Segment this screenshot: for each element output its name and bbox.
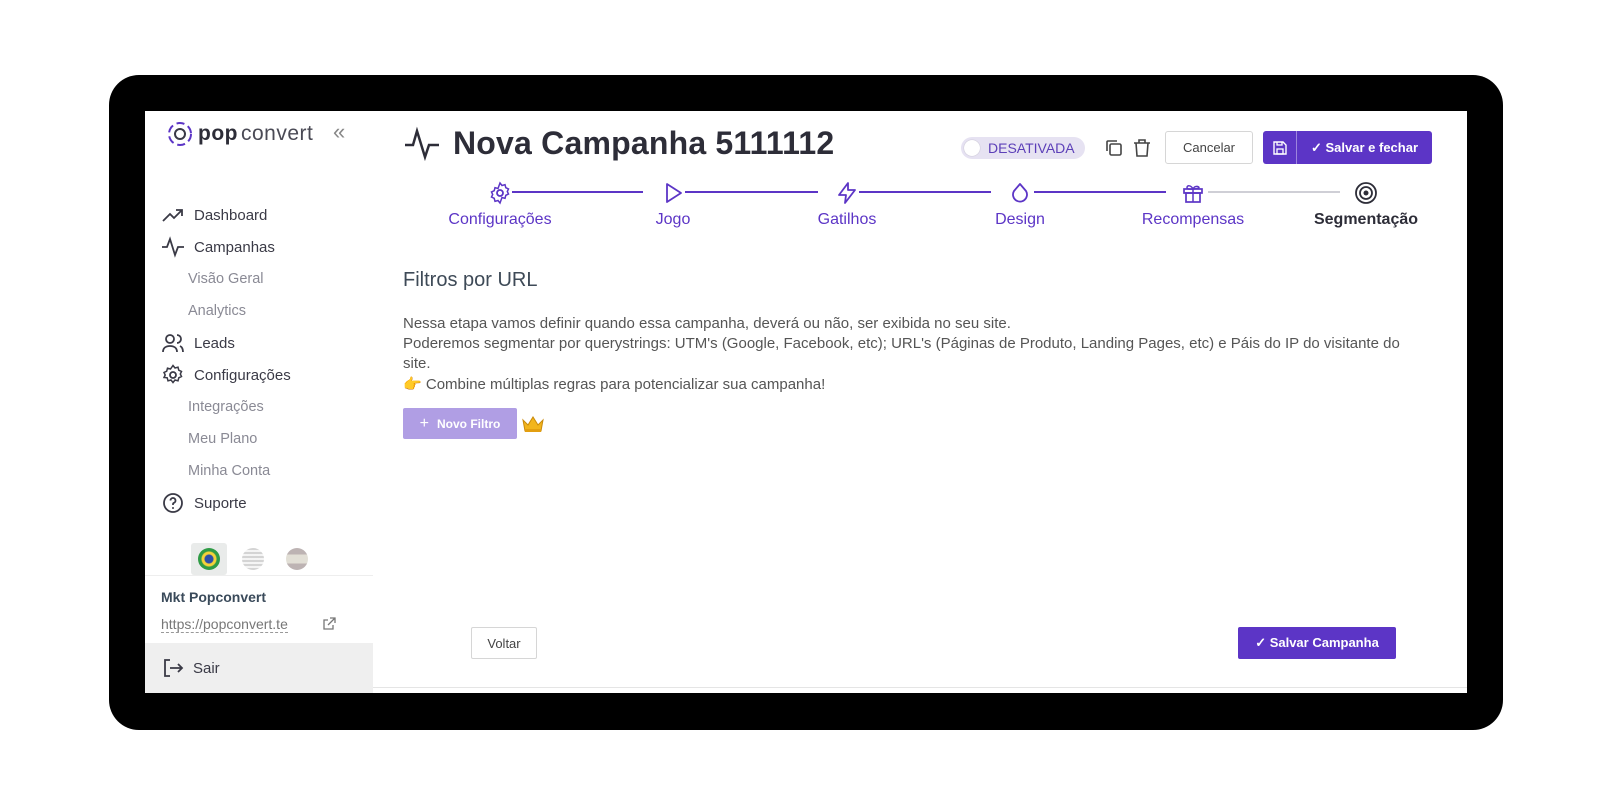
sidebar-item-label: Campanhas: [194, 238, 275, 256]
sidebar-item-visao-geral[interactable]: Visão Geral: [161, 263, 371, 295]
account-panel: Mkt Popconvert https://popconvert.te: [145, 575, 373, 643]
droplet-icon: [1008, 181, 1032, 205]
step-label: Jogo: [655, 211, 691, 228]
step-label: Design: [995, 211, 1045, 228]
gift-icon: [1181, 181, 1205, 205]
save-close-label: ✓ Salvar e fechar: [1311, 140, 1419, 155]
new-filter-label: Novo Filtro: [437, 416, 501, 431]
activity-icon: [405, 126, 439, 162]
cancel-button[interactable]: Cancelar: [1165, 131, 1253, 164]
collapse-sidebar-icon[interactable]: «: [333, 119, 345, 145]
sidebar-item-leads[interactable]: Leads: [161, 327, 371, 359]
sidebar-item-label: Suporte: [194, 494, 247, 512]
sidebar-item-configuracoes[interactable]: Configurações: [161, 359, 371, 391]
flag-usa-icon[interactable]: [235, 543, 271, 575]
hint-text: Combine múltiplas regras para potenciali…: [425, 376, 826, 393]
logo[interactable]: pop convert: [165, 119, 313, 149]
campaign-stepper: Configurações Jogo Gatilhos Design Recom…: [393, 181, 1453, 241]
sidebar-item-analytics[interactable]: Analytics: [161, 295, 371, 327]
sidebar-item-label: Configurações: [194, 366, 291, 384]
section-title: Filtros por URL: [403, 269, 538, 291]
status-label: DESATIVADA: [988, 140, 1075, 156]
main-content: Nova Campanha 5111112 DESATIVADA Cancela…: [373, 111, 1467, 693]
target-icon: [1354, 181, 1378, 205]
users-icon: [162, 334, 184, 353]
toggle-knob: [964, 140, 980, 156]
logo-text-convert: convert: [240, 122, 314, 145]
trending-up-icon: [162, 209, 183, 222]
save-close-button[interactable]: ✓ Salvar e fechar: [1263, 131, 1433, 164]
step-recompensas[interactable]: Recompensas: [1113, 181, 1273, 229]
language-selector: [191, 543, 315, 575]
description-line: Nessa etapa vamos definir quando essa ca…: [403, 315, 1011, 332]
sidebar-item-campanhas[interactable]: Campanhas: [161, 231, 371, 263]
description-line: Poderemos segmentar por querystrings: UT…: [403, 335, 1400, 372]
page-header: Nova Campanha 5111112: [403, 123, 834, 163]
zap-icon: [835, 181, 859, 205]
logo-text-pop: pop: [198, 122, 238, 145]
plus-icon: +: [419, 414, 429, 432]
step-design[interactable]: Design: [940, 181, 1100, 229]
account-url-link[interactable]: https://popconvert.te: [161, 616, 288, 633]
new-filter-button[interactable]: + Novo Filtro: [403, 408, 517, 439]
flag-spain-icon[interactable]: [279, 543, 315, 575]
account-name: Mkt Popconvert: [161, 589, 267, 605]
flag-brazil-icon[interactable]: [191, 543, 227, 575]
sidebar-item-label: Dashboard: [194, 206, 268, 224]
step-gatilhos[interactable]: Gatilhos: [767, 181, 927, 229]
sidebar-item-minha-conta[interactable]: Minha Conta: [161, 455, 371, 487]
external-link-icon[interactable]: [321, 616, 337, 632]
status-toggle[interactable]: DESATIVADA: [961, 137, 1085, 159]
hint-line: 👉 Combine múltiplas regras para potencia…: [403, 375, 1403, 395]
trash-icon[interactable]: [1131, 137, 1153, 159]
log-out-icon: [164, 659, 184, 677]
section-description: Nessa etapa vamos definir quando essa ca…: [403, 314, 1403, 395]
step-jogo[interactable]: Jogo: [593, 181, 753, 229]
gear-icon: [488, 181, 512, 205]
step-label: Recompensas: [1141, 211, 1245, 228]
gear-icon: [162, 364, 183, 384]
divider: [373, 687, 1467, 688]
logo-icon: [168, 122, 192, 146]
copy-icon[interactable]: [1103, 137, 1125, 159]
logout-label: Sair: [193, 659, 220, 677]
page-title: Nova Campanha 5111112: [453, 124, 835, 161]
step-label: Configurações: [448, 211, 552, 228]
sidebar-item-suporte[interactable]: Suporte: [161, 487, 371, 519]
back-button[interactable]: Voltar: [471, 627, 537, 659]
crown-icon: [522, 416, 544, 432]
app-screen: pop convert « Dashboard Campanhas Visão G…: [145, 111, 1467, 693]
step-label: Gatilhos: [817, 211, 877, 228]
step-label: Segmentação: [1313, 211, 1419, 228]
sidebar-item-integracoes[interactable]: Integrações: [161, 391, 371, 423]
logout-button[interactable]: Sair: [145, 643, 373, 693]
sidebar: pop convert « Dashboard Campanhas Visão G…: [145, 111, 373, 693]
save-icon: [1263, 131, 1297, 164]
step-segmentacao[interactable]: Segmentação: [1286, 181, 1446, 229]
help-circle-icon: [163, 493, 183, 513]
activity-icon: [162, 236, 184, 258]
save-campaign-button[interactable]: ✓ Salvar Campanha: [1238, 627, 1396, 659]
play-icon: [661, 181, 685, 205]
sidebar-item-meu-plano[interactable]: Meu Plano: [161, 423, 371, 455]
sidebar-nav: Dashboard Campanhas Visão Geral Analytic…: [161, 199, 371, 519]
pointing-hand-icon: 👉: [403, 376, 422, 393]
step-configuracoes[interactable]: Configurações: [420, 181, 580, 229]
sidebar-item-label: Leads: [194, 334, 235, 352]
sidebar-item-dashboard[interactable]: Dashboard: [161, 199, 371, 231]
